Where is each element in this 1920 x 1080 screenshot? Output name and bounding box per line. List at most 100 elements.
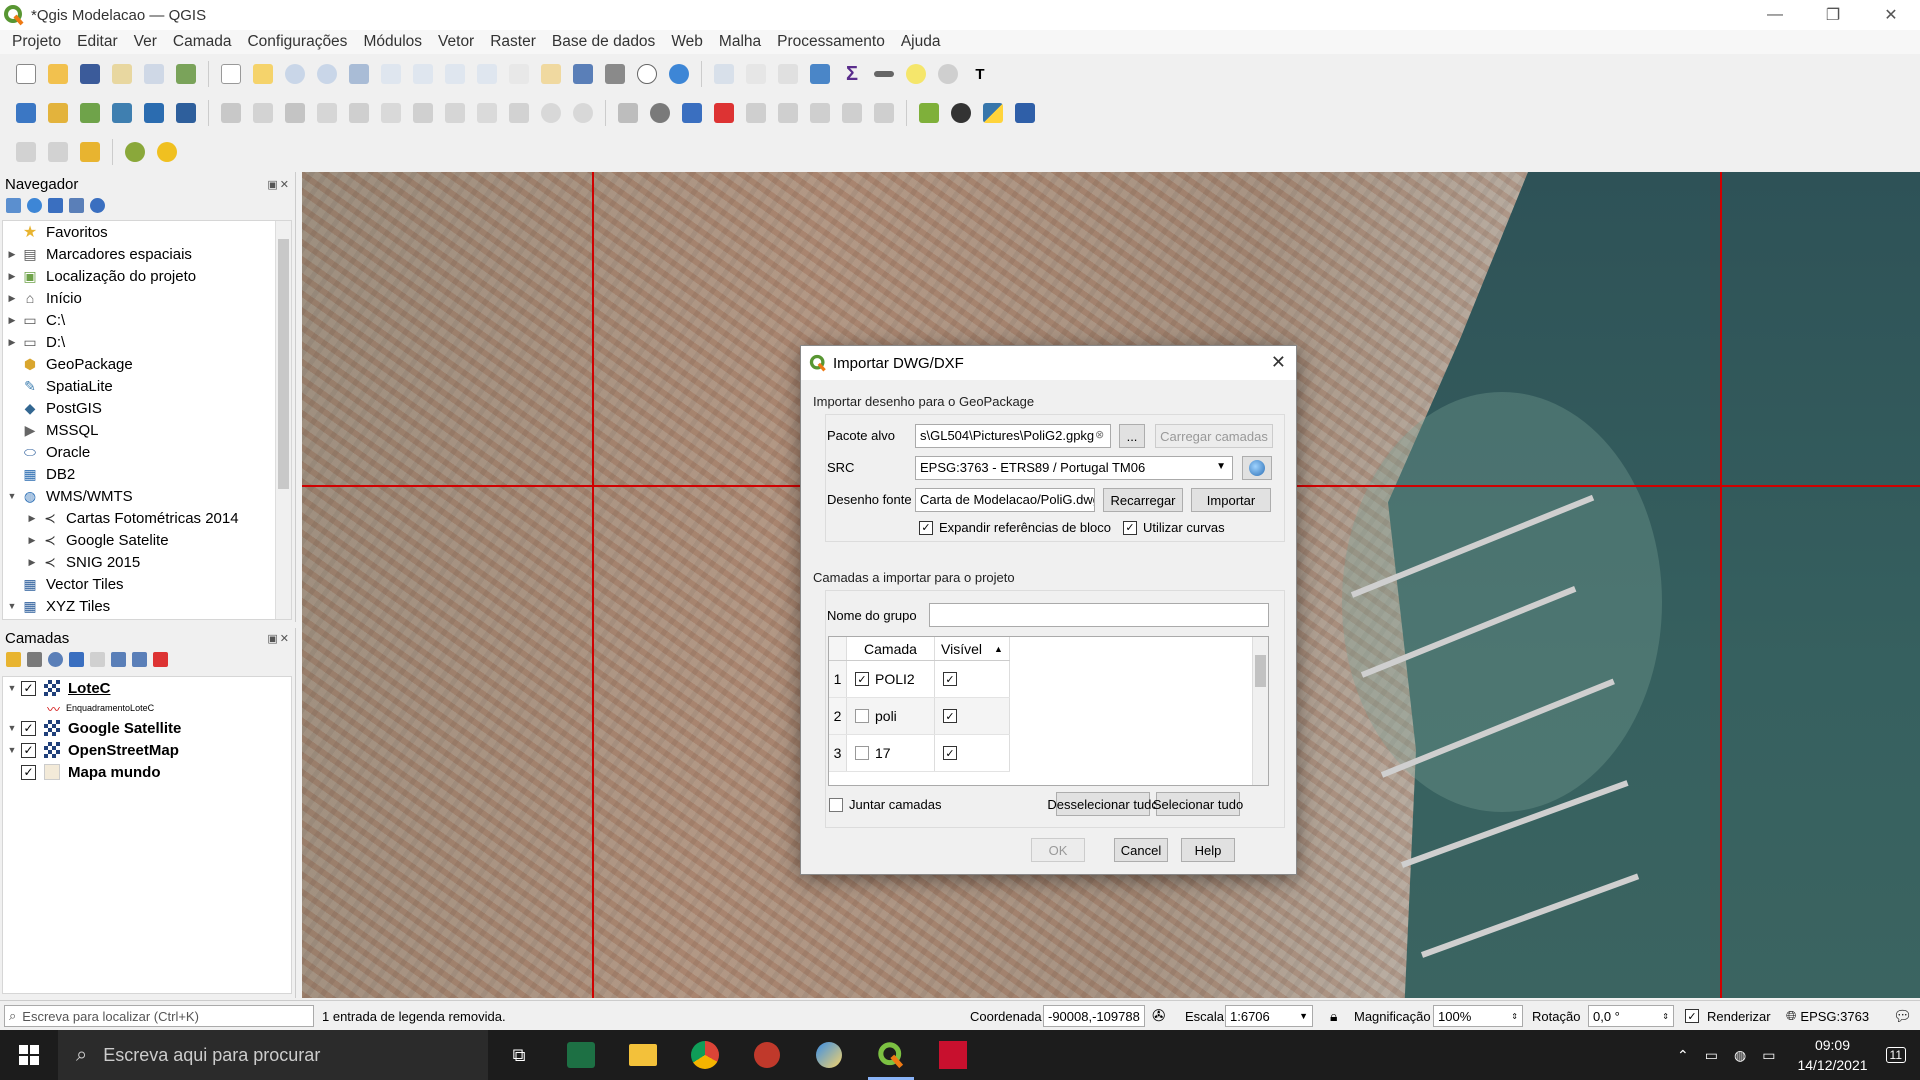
- navigator-item[interactable]: ▦ DB2: [3, 463, 291, 485]
- modify-attributes-icon[interactable]: [378, 100, 404, 126]
- layer-item[interactable]: ✓ Mapa mundo: [3, 761, 291, 783]
- close-icon[interactable]: ✕: [1862, 0, 1920, 30]
- menu-base-de-dados[interactable]: Base de dados: [544, 33, 663, 51]
- carregar-camadas-button[interactable]: Carregar camadas: [1155, 424, 1273, 448]
- navigator-item[interactable]: ▶ ≺ SNIG 2015: [3, 551, 291, 573]
- notification-center-icon[interactable]: 11: [1885, 1047, 1906, 1063]
- chevron-right-icon[interactable]: ▶: [3, 315, 21, 326]
- field-calculator-icon[interactable]: [775, 61, 801, 87]
- open-project-icon[interactable]: [45, 61, 71, 87]
- menu-modulos[interactable]: Módulos: [355, 33, 430, 51]
- render-checkbox[interactable]: ✓: [1685, 1009, 1699, 1023]
- zoom-native-icon[interactable]: [442, 61, 468, 87]
- juntar-checkbox-row[interactable]: Juntar camadas: [829, 797, 942, 812]
- visible-checkbox[interactable]: ✓: [943, 672, 957, 686]
- selecionar-tudo-button[interactable]: Selecionar tudo: [1153, 792, 1243, 816]
- zoom-layer-icon[interactable]: [410, 61, 436, 87]
- table-row[interactable]: 2 poli ✓: [829, 698, 1010, 735]
- chevron-down-icon[interactable]: ▼: [3, 723, 21, 733]
- save-project-icon[interactable]: [77, 61, 103, 87]
- col-camada-header[interactable]: Camada: [847, 637, 935, 660]
- menu-configuracoes[interactable]: Configurações: [239, 33, 355, 51]
- toggle-editing-icon[interactable]: [250, 100, 276, 126]
- chevron-down-icon[interactable]: ▼: [3, 745, 21, 755]
- navigator-item[interactable]: ⬢ GeoPackage: [3, 353, 291, 375]
- menu-projeto[interactable]: Projeto: [4, 33, 69, 51]
- meet-now-icon[interactable]: ▭: [1705, 1047, 1718, 1064]
- restore-icon[interactable]: ❐: [1804, 0, 1862, 30]
- layer-visibility-checkbox[interactable]: ✓: [21, 742, 36, 758]
- pin-labels-icon[interactable]: [743, 100, 769, 126]
- navigator-item[interactable]: ▼ ◍ WMS/WMTS: [3, 485, 291, 507]
- visible-checkbox[interactable]: ✓: [943, 709, 957, 723]
- crs-selector-button[interactable]: [1242, 456, 1272, 480]
- chrome-app-icon[interactable]: [674, 1030, 736, 1080]
- navigator-item[interactable]: ▶ ⌂ Início: [3, 287, 291, 309]
- temporal-controller-icon[interactable]: [634, 61, 660, 87]
- add-selected-icon[interactable]: [6, 197, 21, 213]
- locator-search-input[interactable]: ⌕ Escreva para localizar (Ctrl+K): [4, 1005, 314, 1027]
- new-geopackage-icon[interactable]: [45, 100, 71, 126]
- undo-icon[interactable]: [538, 100, 564, 126]
- help-contents-icon[interactable]: [1012, 100, 1038, 126]
- clear-input-icon[interactable]: ⊗: [1095, 428, 1104, 441]
- info-icon[interactable]: [90, 197, 105, 213]
- remove-layer-icon[interactable]: [153, 651, 168, 667]
- filter-expression-icon[interactable]: [90, 651, 105, 667]
- expandir-checkbox-row[interactable]: ✓ Expandir referências de bloco: [919, 520, 1111, 535]
- curvas-checkbox-row[interactable]: ✓ Utilizar curvas: [1123, 520, 1225, 535]
- style-icon[interactable]: [6, 651, 21, 667]
- refresh-icon[interactable]: [666, 61, 692, 87]
- task-view-icon[interactable]: ⧉: [488, 1030, 550, 1080]
- delete-selected-icon[interactable]: [410, 100, 436, 126]
- autocad-app-icon[interactable]: [922, 1030, 984, 1080]
- processing-toolbox-icon[interactable]: [807, 61, 833, 87]
- layer-item[interactable]: ▼ ✓ Google Satellite: [3, 717, 291, 739]
- label-abc-red-icon[interactable]: [711, 100, 737, 126]
- pan-to-selection-icon[interactable]: [250, 61, 276, 87]
- edit-pencil-icon[interactable]: [218, 100, 244, 126]
- chevron-right-icon[interactable]: ▶: [23, 535, 41, 546]
- refresh-icon[interactable]: [27, 197, 42, 213]
- navigator-item[interactable]: ✎ SpatiaLite: [3, 375, 291, 397]
- navigator-item[interactable]: ▦ Vector Tiles: [3, 573, 291, 595]
- layer-item[interactable]: ▼ ✓ LoteC: [3, 677, 291, 699]
- new-temp-layer-icon[interactable]: [141, 100, 167, 126]
- chevron-right-icon[interactable]: ▶: [23, 513, 41, 524]
- navigator-item[interactable]: ▶ MSSQL: [3, 419, 291, 441]
- vertex-tool-icon[interactable]: [346, 100, 372, 126]
- network-icon[interactable]: ◍: [1734, 1047, 1746, 1064]
- navigator-item[interactable]: ▶ ▭ C:\: [3, 309, 291, 331]
- navigator-item[interactable]: ★ Favoritos: [3, 221, 291, 243]
- taskbar-clock[interactable]: 09:09 14/12/2021: [1797, 1035, 1867, 1075]
- menu-processamento[interactable]: Processamento: [769, 33, 893, 51]
- navigator-item[interactable]: ▶ ≺ Google Satelite: [3, 529, 291, 551]
- desselecionar-tudo-button[interactable]: Desselecionar tudo: [1047, 792, 1159, 816]
- navigator-item[interactable]: ▶ ▭ D:\: [3, 331, 291, 353]
- excel-app-icon[interactable]: [550, 1030, 612, 1080]
- scale-select[interactable]: 1:6706 ▼: [1225, 1005, 1313, 1027]
- toggle-extents-icon[interactable]: ✇: [1152, 1005, 1165, 1027]
- menu-web[interactable]: Web: [663, 33, 711, 51]
- chevron-up-icon[interactable]: ⌃: [1677, 1047, 1689, 1064]
- layout-manager-icon[interactable]: [141, 61, 167, 87]
- show-hide-labels-icon[interactable]: [775, 100, 801, 126]
- menu-vetor[interactable]: Vetor: [430, 33, 482, 51]
- new-bookmark-icon[interactable]: [570, 61, 596, 87]
- pan-icon[interactable]: [218, 61, 244, 87]
- map-tips-icon[interactable]: [903, 61, 929, 87]
- panel-float-close-icon[interactable]: ▣✕: [267, 178, 291, 191]
- panel-float-close-icon[interactable]: ▣✕: [267, 632, 291, 645]
- chevron-down-icon[interactable]: ▼: [3, 601, 21, 611]
- battery-icon[interactable]: ▭: [1762, 1047, 1775, 1064]
- lock-scale-icon[interactable]: 🔒︎: [1330, 1005, 1337, 1027]
- help-button[interactable]: Help: [1181, 838, 1235, 862]
- magnification-input[interactable]: 100% ⇕: [1433, 1005, 1523, 1027]
- label-tool-icon[interactable]: [615, 100, 641, 126]
- navigator-item[interactable]: ▶ ≺ Cartas Fotométricas 2014: [3, 507, 291, 529]
- zoom-next-icon[interactable]: [506, 61, 532, 87]
- table-row[interactable]: 3 17 ✓: [829, 735, 1010, 772]
- cell-visivel[interactable]: ✓: [935, 698, 1010, 734]
- coord-input[interactable]: -90008,-109788: [1043, 1005, 1145, 1027]
- cancel-button[interactable]: Cancel: [1114, 838, 1168, 862]
